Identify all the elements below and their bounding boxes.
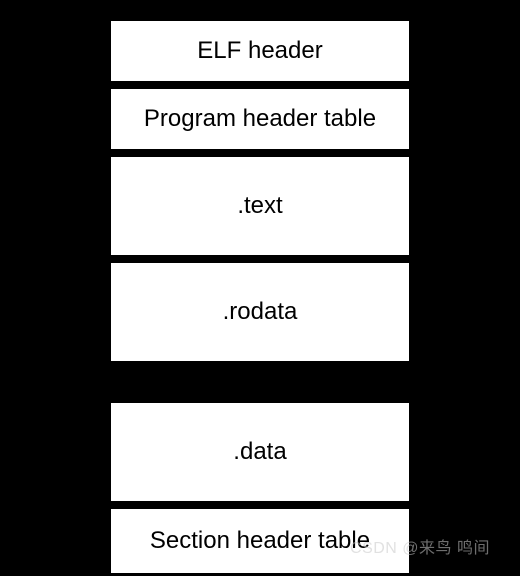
data-section-label: .data [233,438,286,466]
rodata-section-block: .rodata [110,262,410,362]
text-section-label: .text [237,192,282,220]
section-header-table-label: Section header table [150,527,370,555]
watermark-text: CSDN @来鸟 鸣间 [350,534,490,558]
text-section-block: .text [110,156,410,256]
data-section-block: .data [110,402,410,502]
program-header-table-label: Program header table [144,105,376,133]
program-header-table-block: Program header table [110,88,410,150]
elf-header-block: ELF header [110,20,410,82]
elf-header-label: ELF header [197,37,322,65]
rodata-section-label: .rodata [223,298,298,326]
